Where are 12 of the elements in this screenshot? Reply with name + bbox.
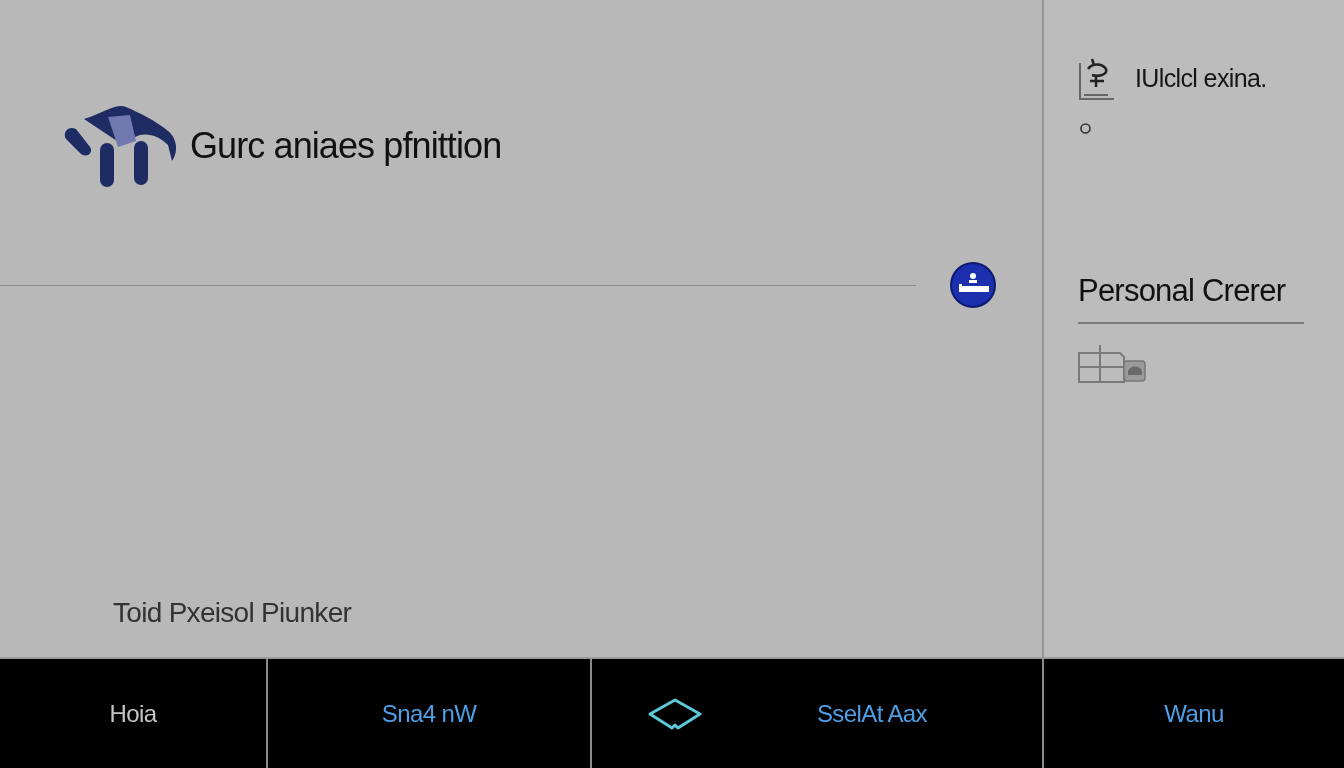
grid-icon (1078, 343, 1146, 383)
sidebar-heading: Personal Crerer (1078, 275, 1286, 306)
nav-tab[interactable]: Hoia (109, 701, 157, 726)
circle-icon (1080, 123, 1091, 134)
diamond-icon[interactable] (648, 697, 702, 730)
bed-icon[interactable] (950, 262, 996, 308)
nav-tab[interactable]: Sna4 nW (381, 701, 477, 726)
nav-tab[interactable]: Wanu (1164, 701, 1224, 726)
sidebar-label: IUlclcl exina. (1135, 65, 1267, 91)
caption-text: Toid Pxeisol Piunker (113, 599, 352, 627)
page-title: Gurc aniaes pfnittion (190, 128, 502, 164)
nav-tab[interactable]: SselAt Aax (816, 701, 928, 726)
